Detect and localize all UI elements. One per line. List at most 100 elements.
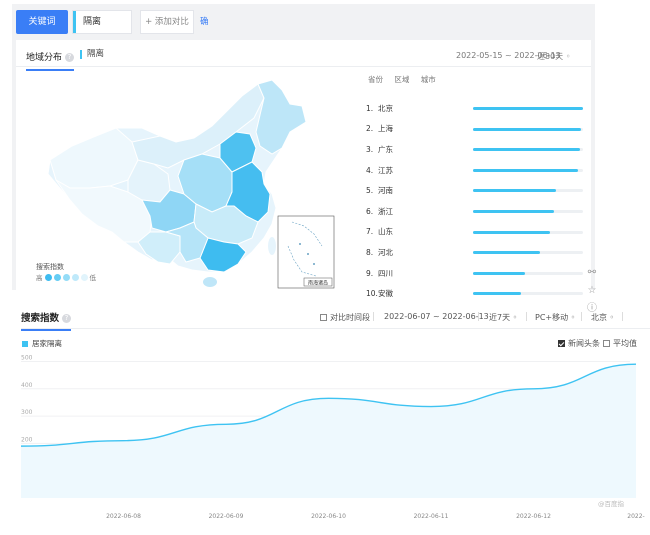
rank-bar-track [473, 148, 583, 152]
rank-number: 3. [366, 144, 374, 154]
color-scale: 高 低 [36, 272, 96, 282]
ranking-row[interactable]: 7. 山东 [366, 222, 591, 243]
search-index-section: 1002003004005002022-06-082022-06-092022-… [0, 298, 650, 535]
add-compare-button[interactable]: + 添加对比 [140, 10, 194, 34]
province-name: 山东 [378, 227, 393, 237]
rank-bar-fill [473, 127, 581, 131]
map-region-yunnan[interactable] [137, 231, 181, 265]
news-toggle[interactable]: 新闻头条 [558, 338, 600, 349]
compare-period-toggle[interactable]: 对比时间段 [320, 312, 370, 323]
province-name: 上海 [378, 124, 393, 134]
y-tick-label: 200 [21, 436, 33, 443]
south-china-sea-inset: 南海诸岛 [277, 215, 335, 289]
keyword-button[interactable]: 关键词 [16, 10, 68, 34]
province-name: 广东 [378, 144, 393, 154]
x-tick-label: 2022-06-10 [311, 513, 346, 520]
province-name: 河北 [378, 247, 393, 257]
scale-swatch [71, 273, 79, 281]
x-tick-label: 2022-06-11 [414, 513, 449, 520]
rank-number: 9. [366, 268, 374, 278]
device-select[interactable]: PC+移动 ◦ [535, 312, 575, 323]
average-label: 平均值 [613, 339, 637, 348]
province-name: 四川 [378, 268, 393, 278]
map-region-xinjiang[interactable] [49, 127, 139, 189]
rank-bar-track [473, 127, 583, 131]
search-index-chart: 1002003004005002022-06-082022-06-092022-… [20, 354, 645, 520]
checkbox-icon [603, 340, 610, 347]
divider [526, 312, 527, 321]
rank-bar-track [473, 230, 583, 234]
divider [581, 312, 582, 321]
tab-region[interactable]: 区域 [394, 75, 409, 84]
scale-swatch [62, 273, 70, 281]
ranking-row[interactable]: 4. 江苏 [366, 160, 591, 181]
divider [478, 312, 479, 321]
index-date-range[interactable]: 2022-06-07 ~ 2022-06-13 [384, 312, 489, 321]
divider [16, 66, 591, 67]
ranking-row[interactable]: 1. 北京 [366, 98, 591, 119]
rank-number: 8. [366, 247, 374, 257]
inset-label: 南海诸岛 [308, 280, 328, 287]
ranking-list: 1. 北京 2. 上海 3. 广东 4. 江苏 5. 河南 6. 浙江 7. 山东 8. 河北 9. 四川 10. 安… [366, 98, 591, 304]
rank-number: 6. [366, 206, 374, 216]
divider [373, 312, 374, 321]
series-legend-label: 居家隔离 [32, 339, 62, 348]
y-tick-label: 500 [21, 354, 33, 361]
ranking-row[interactable]: 8. 河北 [366, 242, 591, 263]
ranking-row[interactable]: 6. 浙江 [366, 201, 591, 222]
tab-province[interactable]: 省份 [368, 75, 383, 84]
rank-number: 10. [366, 289, 378, 299]
rank-bar-fill [473, 292, 522, 296]
ranking-row[interactable]: 2. 上海 [366, 119, 591, 140]
province-name: 江苏 [378, 165, 393, 175]
average-toggle[interactable]: 平均值 [603, 338, 637, 349]
help-icon[interactable]: ? [65, 53, 75, 62]
province-name: 浙江 [378, 206, 393, 216]
ranking-row[interactable]: 3. 广东 [366, 139, 591, 160]
geo-range-select[interactable]: 近30天 ◦ [537, 51, 570, 62]
divider [21, 328, 650, 329]
rank-number: 7. [366, 227, 374, 237]
series-area [21, 364, 636, 498]
rank-number: 1. [366, 103, 374, 113]
tab-city[interactable]: 城市 [421, 75, 436, 84]
geo-tab[interactable]: 地域分布? [26, 50, 75, 71]
rank-number: 2. [366, 124, 374, 134]
scale-title: 搜索指数 [36, 263, 64, 271]
map-region-hainan[interactable] [203, 277, 217, 287]
rank-bar-fill [473, 189, 556, 193]
map-region-northeast[interactable] [255, 79, 307, 155]
rank-bar-track [473, 271, 583, 275]
help-icon[interactable]: ? [62, 314, 72, 323]
rank-number: 5. [366, 186, 374, 196]
x-tick-label: 2022- [627, 513, 644, 520]
rank-bar-fill [473, 251, 541, 255]
checkbox-icon [320, 314, 327, 321]
rank-bar-track [473, 168, 583, 172]
scale-high-label: 高 [36, 274, 43, 282]
rank-bar-track [473, 107, 583, 110]
geo-tab-label: 地域分布 [26, 53, 63, 63]
x-tick-label: 2022-06-09 [209, 513, 244, 520]
series-legend[interactable]: 居家隔离 [22, 338, 62, 349]
ranking-row[interactable]: 5. 河南 [366, 180, 591, 201]
rank-number: 4. [366, 165, 374, 175]
scale-swatch [80, 273, 88, 281]
scale-low-label: 低 [89, 274, 97, 282]
index-title: 搜索指数 [21, 313, 60, 324]
region-select[interactable]: 北京 ◦ [591, 312, 614, 323]
scale-swatch [53, 273, 61, 281]
star-icon[interactable]: ☆ [585, 284, 599, 298]
province-name: 河南 [378, 186, 393, 196]
rank-bar-fill [473, 107, 583, 110]
scale-swatch [44, 273, 52, 281]
y-tick-label: 300 [21, 409, 33, 416]
index-range-select[interactable]: 近7天 ◦ [489, 312, 517, 323]
geo-distribution-card: 地域分布? 隔离 2022-05-15 ~ 2022-06-13 近30天 ◦ [16, 40, 597, 314]
map-region-taiwan[interactable] [268, 237, 276, 255]
geo-series-label: 隔离 [80, 50, 104, 59]
search-term-input[interactable]: 隔离 [72, 10, 132, 34]
x-tick-label: 2022-06-08 [106, 513, 141, 520]
share-icon[interactable]: ⚯ [585, 266, 599, 280]
ranking-row[interactable]: 9. 四川 [366, 263, 591, 284]
